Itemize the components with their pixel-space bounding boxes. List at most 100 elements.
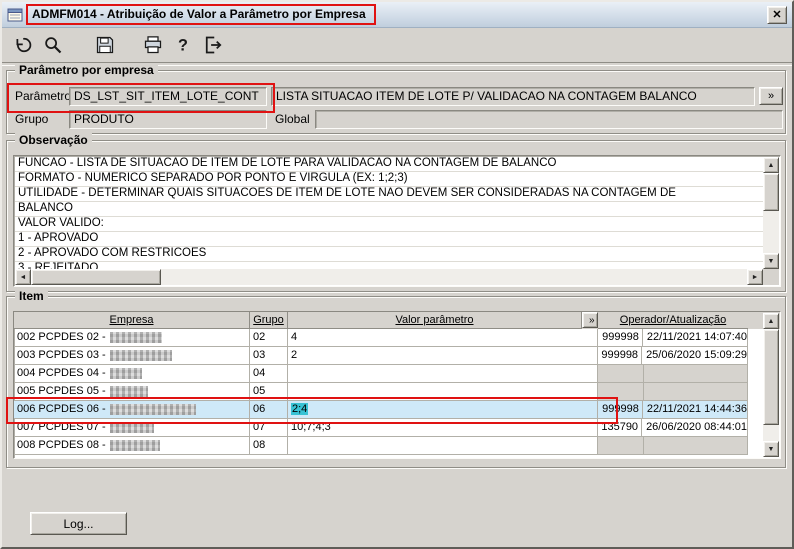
cell-empresa: 004 PCPDES 04 - [14,365,250,383]
toolbar: ? [2,28,792,62]
undo-icon [16,37,32,53]
scroll-right-button[interactable]: ► [747,269,763,285]
scroll-down-button[interactable]: ▼ [763,441,779,457]
table-header: Empresa Grupo Valor parâmetro » Operador… [14,312,780,329]
table-row[interactable]: 008 PCPDES 08 - 08 [14,437,780,455]
redacted-company-name [109,367,142,379]
svg-text:?: ? [178,37,188,55]
cell-valor: 4 [288,329,598,347]
cell-operador: 999998 25/06/2020 15:09:29 [598,347,748,365]
column-header-empresa[interactable]: Empresa [14,312,250,329]
close-button[interactable]: ✕ [767,5,787,24]
parametro-label: Parâmetro [15,89,72,103]
search-button[interactable] [40,32,66,58]
save-icon [96,36,114,54]
redacted-company-name [109,385,148,397]
atualizacao-datetime [644,437,648,454]
atualizacao-datetime: 22/11/2021 14:44:36 [646,403,747,415]
operador-code: 999998 [598,347,643,364]
empresa-text: 008 PCPDES 08 - [17,439,106,451]
selected-value: 2;4 [291,403,309,415]
item-legend: Item [15,289,48,303]
table-row[interactable]: 002 PCPDES 02 - 02 4 999998 22/11/2021 14… [14,329,780,347]
print-button[interactable] [140,32,166,58]
column-header-operador[interactable]: Operador/Atualização [598,312,748,329]
redacted-company-name [109,403,196,415]
observacao-line: 3 - REJEITADO [15,262,763,269]
cell-empresa: 008 PCPDES 08 - [14,437,250,455]
cell-grupo: 06 [250,401,288,419]
column-header-valor[interactable]: Valor parâmetro [288,312,582,329]
empresa-text: 004 PCPDES 04 - [17,367,106,379]
cell-empresa: 005 PCPDES 05 - [14,383,250,401]
column-header-grupo[interactable]: Grupo [250,312,288,329]
cell-empresa: 002 PCPDES 02 - [14,329,250,347]
cell-empresa: 006 PCPDES 06 - [14,401,250,419]
hscroll-thumb[interactable] [31,269,161,285]
log-button[interactable]: Log... [30,512,127,535]
grupo-field[interactable]: PRODUTO [69,110,267,129]
parametro-legend: Parâmetro por empresa [15,63,158,77]
help-button[interactable]: ? [170,32,196,58]
item-vscrollbar[interactable]: ▲ ▼ [763,313,779,457]
undo-button[interactable] [10,32,36,58]
parametro-field[interactable]: DS_LST_SIT_ITEM_LOTE_CONT [69,87,267,106]
cell-operador: 135790 26/06/2020 08:44:01 [598,419,748,437]
grupo-label: Grupo [15,112,49,126]
item-groupbox: Item Empresa Grupo Valor parâmetro » Ope… [6,289,786,468]
cell-grupo: 08 [250,437,288,455]
table-row[interactable]: 003 PCPDES 03 - 03 2 999998 25/06/2020 15… [14,347,780,365]
cell-operador [598,365,748,383]
cell-grupo: 04 [250,365,288,383]
empresa-text: 002 PCPDES 02 - [17,331,106,343]
table-row[interactable]: 004 PCPDES 04 - 04 [14,365,780,383]
observacao-line: 2 - APROVADO COM RESTRICOES [15,247,763,262]
cell-grupo: 02 [250,329,288,347]
save-button[interactable] [92,32,118,58]
table-row[interactable]: 005 PCPDES 05 - 05 [14,383,780,401]
vscroll-thumb[interactable] [763,329,779,425]
atualizacao-datetime: 25/06/2020 15:09:29 [646,349,747,361]
cell-empresa: 003 PCPDES 03 - [14,347,250,365]
observacao-line: FORMATO - NUMERICO SEPARADO POR PONTO E … [15,172,763,187]
cell-empresa: 007 PCPDES 07 - [14,419,250,437]
atualizacao-datetime: 22/11/2021 14:07:40 [646,331,747,343]
global-label: Global [275,112,310,126]
atualizacao-datetime: 26/06/2020 08:44:01 [646,421,747,433]
empresa-text: 006 PCPDES 06 - [17,403,106,415]
operador-code: 999998 [598,329,643,346]
cell-grupo: 07 [250,419,288,437]
cell-valor [288,437,598,455]
operador-code [598,383,644,400]
observacao-line: UTILIDADE - DETERMINAR QUAIS SITUACOES D… [15,187,763,202]
redacted-company-name [109,421,154,433]
redacted-company-name [109,349,172,361]
cell-valor: 2 [288,347,598,365]
scroll-up-button[interactable]: ▲ [763,313,779,329]
descricao-expand-button[interactable]: » [759,87,783,105]
valor-expand-button[interactable]: » [582,312,598,328]
empresa-text: 005 PCPDES 05 - [17,385,106,397]
atualizacao-datetime [644,365,648,382]
scroll-down-button[interactable]: ▼ [763,253,779,269]
observacao-line: BALANCO [15,202,763,217]
scroll-left-button[interactable]: ◄ [15,269,31,285]
parametro-groupbox: Parâmetro por empresa Parâmetro DS_LST_S… [6,63,786,134]
cell-operador [598,383,748,401]
table-row-selected[interactable]: 006 PCPDES 06 - 06 2;4 999998 22/11/2021 … [14,401,780,419]
cell-operador: 999998 22/11/2021 14:44:36 [598,401,748,419]
observacao-groupbox: Observação FUNCAO - LISTA DE SITUACAO DE… [6,133,786,292]
descricao-field[interactable]: LISTA SITUACAO ITEM DE LOTE P/ VALIDACAO… [271,87,755,106]
observacao-editor[interactable]: FUNCAO - LISTA DE SITUACAO DE ITEM DE LO… [13,155,781,287]
operador-code: 135790 [598,419,643,436]
scroll-up-button[interactable]: ▲ [763,157,779,173]
observacao-hscrollbar[interactable]: ◄ ► [15,269,763,285]
observacao-line: FUNCAO - LISTA DE SITUACAO DE ITEM DE LO… [15,157,763,172]
search-icon [45,37,62,54]
table-row[interactable]: 007 PCPDES 07 - 07 10;7;4;3 135790 26/06/… [14,419,780,437]
observacao-vscrollbar[interactable]: ▲ ▼ [763,157,779,269]
cell-valor: 10;7;4;3 [288,419,598,437]
global-field[interactable] [315,110,783,129]
vscroll-thumb[interactable] [763,173,779,211]
exit-button[interactable] [200,32,226,58]
